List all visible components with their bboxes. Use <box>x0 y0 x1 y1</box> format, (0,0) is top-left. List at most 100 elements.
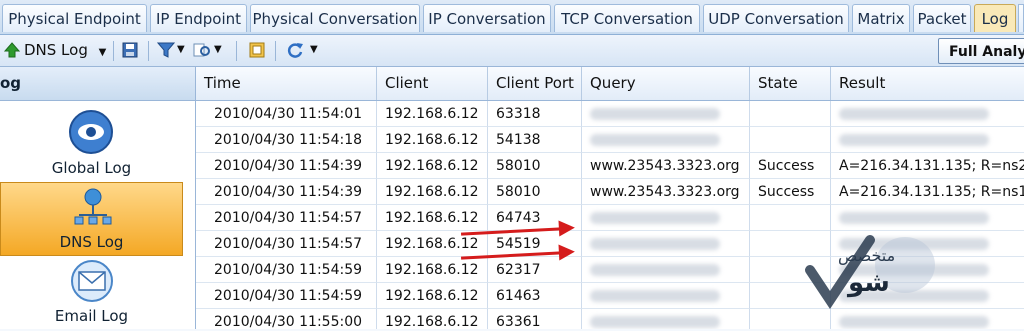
sidebar-item-email-log[interactable]: Email Log <box>0 257 183 331</box>
table-cell-client: 192.168.6.12 <box>377 257 488 283</box>
table-cell-state <box>750 101 831 127</box>
sidebar-header: og <box>0 67 195 101</box>
sidebar-item-dns-log[interactable]: DNS Log <box>0 182 183 256</box>
chevron-down-icon[interactable]: ▼ <box>177 39 185 61</box>
log-type-dropdown[interactable]: DNS Log ▼ <box>24 39 106 61</box>
redacted-blur <box>590 134 720 146</box>
column-header-client[interactable]: Client <box>377 67 488 100</box>
table-cell-time: 2010/04/30 11:54:57 <box>196 231 377 257</box>
toolbar-separator <box>113 41 114 61</box>
redacted-blur <box>590 238 720 250</box>
table-cell-query <box>582 231 750 257</box>
redacted-blur <box>839 316 989 328</box>
full-analysis-button[interactable]: Full Analysis <box>938 38 1024 64</box>
sidebar-item-global-log[interactable]: Global Log <box>0 105 183 179</box>
table-cell-client: 192.168.6.12 <box>377 179 488 205</box>
table-cell-port: 58010 <box>488 179 582 205</box>
tab-packet[interactable]: Packet <box>913 4 971 32</box>
tab-log[interactable]: Log <box>974 4 1016 32</box>
table-cell-client: 192.168.6.12 <box>377 205 488 231</box>
table-cell-state <box>750 309 831 329</box>
chevron-down-icon[interactable]: ▼ <box>310 39 318 61</box>
table-cell-query <box>582 205 750 231</box>
table-cell-time: 2010/04/30 11:54:57 <box>196 205 377 231</box>
table-cell-state <box>750 205 831 231</box>
column-header-state[interactable]: State <box>750 67 831 100</box>
table-row[interactable]: 2010/04/30 11:54:18 192.168.6.12 54138 <box>196 127 1024 153</box>
toolbar-separator <box>236 41 237 61</box>
table-cell-state: Success <box>750 179 831 205</box>
table-cell-result <box>831 309 1024 329</box>
export-icon[interactable] <box>248 41 266 59</box>
tab-udp-conversation[interactable]: UDP Conversation <box>703 4 849 32</box>
log-sidebar: og Global Log DNS Log Email Log <box>0 67 196 329</box>
table-cell-time: 2010/04/30 11:54:18 <box>196 127 377 153</box>
redacted-blur <box>590 316 720 328</box>
envelope-icon <box>71 260 113 302</box>
table-cell-port: 54138 <box>488 127 582 153</box>
chevron-down-icon[interactable]: ▼ <box>214 39 222 61</box>
table-row[interactable]: 2010/04/30 11:54:01 192.168.6.12 63318 <box>196 101 1024 127</box>
table-cell-port: 61463 <box>488 283 582 309</box>
table-row[interactable]: 2010/04/30 11:54:57 192.168.6.12 64743 <box>196 205 1024 231</box>
table-cell-client: 192.168.6.12 <box>377 127 488 153</box>
watermark-text-bottom: شو <box>848 268 890 298</box>
up-arrow-icon <box>3 42 21 58</box>
tab-physical-conversation[interactable]: Physical Conversation <box>250 4 420 32</box>
tab-matrix[interactable]: Matrix <box>852 4 910 32</box>
network-icon <box>74 188 112 225</box>
redacted-blur <box>839 212 989 224</box>
redacted-blur <box>590 290 720 302</box>
find-icon[interactable] <box>193 41 211 59</box>
tab-physical-endpoint[interactable]: Physical Endpoint <box>2 4 147 32</box>
tab-ip-endpoint[interactable]: IP Endpoint <box>150 4 247 32</box>
redacted-blur <box>590 212 720 224</box>
table-row[interactable]: 2010/04/30 11:54:39 192.168.6.12 58010 www.… <box>196 179 1024 205</box>
table-row[interactable]: 2010/04/30 11:55:00 192.168.6.12 63361 <box>196 309 1024 329</box>
tab-overflow[interactable] <box>1018 4 1024 32</box>
refresh-icon[interactable] <box>286 41 304 59</box>
table-cell-query: www.23543.3323.org <box>582 153 750 179</box>
table-cell-result <box>831 101 1024 127</box>
table-cell-time: 2010/04/30 11:54:59 <box>196 283 377 309</box>
table-cell-port: 58010 <box>488 153 582 179</box>
eye-icon <box>69 110 113 154</box>
redacted-blur <box>839 108 989 120</box>
column-header-result[interactable]: Result <box>831 67 1024 100</box>
tab-ip-conversation[interactable]: IP Conversation <box>423 4 551 32</box>
toolbar-separator <box>148 41 149 61</box>
table-header: Time Client Client Port Query State Resu… <box>196 67 1024 101</box>
table-cell-time: 2010/04/30 11:54:39 <box>196 179 377 205</box>
table-cell-port: 63361 <box>488 309 582 329</box>
redacted-blur <box>839 134 989 146</box>
sidebar-item-label: DNS Log <box>59 233 124 251</box>
table-cell-state <box>750 127 831 153</box>
tab-tcp-conversation[interactable]: TCP Conversation <box>554 4 700 32</box>
table-cell-result <box>831 205 1024 231</box>
log-type-value: DNS Log <box>24 41 88 59</box>
column-header-query[interactable]: Query <box>582 67 750 100</box>
column-header-time[interactable]: Time <box>196 67 377 100</box>
table-cell-result: A=216.34.131.135; R=ns1.t <box>831 179 1024 205</box>
table-cell-state: Success <box>750 153 831 179</box>
watermark-text-top: متخصص <box>838 246 896 265</box>
table-cell-time: 2010/04/30 11:54:59 <box>196 257 377 283</box>
column-header-client-port[interactable]: Client Port <box>488 67 582 100</box>
table-cell-client: 192.168.6.12 <box>377 283 488 309</box>
table-cell-query <box>582 283 750 309</box>
table-cell-port: 63318 <box>488 101 582 127</box>
table-cell-client: 192.168.6.12 <box>377 153 488 179</box>
table-cell-time: 2010/04/30 11:54:39 <box>196 153 377 179</box>
sidebar-item-label: Email Log <box>54 307 129 325</box>
filter-icon[interactable] <box>157 41 175 59</box>
table-cell-time: 2010/04/30 11:54:01 <box>196 101 377 127</box>
redacted-blur <box>590 264 720 276</box>
save-icon[interactable] <box>121 41 139 59</box>
table-cell-port: 62317 <box>488 257 582 283</box>
chevron-down-icon: ▼ <box>98 47 107 58</box>
table-row[interactable]: 2010/04/30 11:54:39 192.168.6.12 58010 www.… <box>196 153 1024 179</box>
table-cell-query: www.23543.3323.org <box>582 179 750 205</box>
tab-bar: Physical Endpoint IP Endpoint Physical C… <box>0 0 1024 35</box>
table-cell-query <box>582 101 750 127</box>
table-cell-time: 2010/04/30 11:55:00 <box>196 309 377 329</box>
